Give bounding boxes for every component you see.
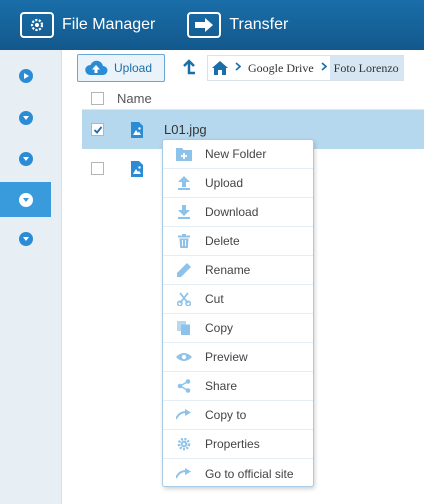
top-bar: File Manager Transfer (0, 0, 424, 50)
breadcrumb-item-foto-lorenzo[interactable]: Foto Lorenzo (329, 56, 403, 80)
list-header: Name (82, 88, 424, 110)
menu-item-rename[interactable]: Rename (163, 256, 313, 285)
chevron-down-icon (18, 192, 33, 207)
menu-item-label: Go to official site (205, 466, 294, 481)
context-menu: New Folder Upload Download Delete Rename… (162, 139, 314, 487)
menu-item-copy-to[interactable]: Copy to (163, 401, 313, 430)
checkmark-icon (93, 125, 102, 134)
breadcrumb: Google Drive Foto Lorenzo (207, 55, 404, 81)
row-checkbox[interactable] (91, 162, 104, 175)
menu-item-label: Copy (205, 321, 234, 335)
chevron-right-icon (321, 62, 327, 74)
chevron-right-icon (235, 62, 242, 74)
chevron-down-icon (18, 231, 33, 246)
image-file-icon (131, 160, 143, 177)
scissors-icon (176, 291, 192, 307)
menu-item-official-site[interactable]: Go to official site (163, 459, 313, 488)
chevron-down-icon (18, 110, 33, 125)
parent-folder-button[interactable] (179, 56, 199, 80)
menu-item-label: Delete (205, 234, 240, 248)
menu-item-label: Upload (205, 176, 244, 190)
menu-item-upload[interactable]: Upload (163, 169, 313, 198)
sidebar-item-4[interactable] (0, 182, 51, 217)
external-arrow-icon (176, 466, 192, 482)
gear-icon (176, 436, 192, 452)
copy-to-arrow-icon (176, 407, 192, 423)
menu-item-delete[interactable]: Delete (163, 227, 313, 256)
menu-item-label: New Folder (205, 147, 267, 161)
menu-item-label: Copy to (205, 408, 247, 422)
left-sidebar (0, 50, 62, 504)
upload-button[interactable]: Upload (77, 54, 165, 82)
arrow-up-icon (183, 59, 195, 75)
menu-item-properties[interactable]: Properties (163, 430, 313, 459)
image-file-icon (131, 121, 143, 138)
transfer-arrow-icon (187, 12, 222, 38)
copy-icon (176, 320, 192, 336)
file-name: L01.jpg (164, 122, 207, 137)
sidebar-item-3[interactable] (0, 141, 51, 176)
upload-arrow-icon (176, 175, 192, 191)
toolbar: Upload Google Drive Foto Lorenzo (62, 50, 424, 86)
select-all-checkbox[interactable] (91, 92, 104, 105)
menu-item-copy[interactable]: Copy (163, 314, 313, 343)
menu-item-label: Properties (205, 437, 260, 451)
file-manager-tab[interactable]: File Manager (0, 0, 165, 50)
menu-item-preview[interactable]: Preview (163, 343, 313, 372)
menu-item-share[interactable]: Share (163, 372, 313, 401)
pencil-icon (176, 262, 192, 278)
home-icon[interactable] (208, 56, 232, 80)
gear-icon (20, 12, 54, 38)
cloud-upload-icon (85, 60, 108, 75)
new-folder-icon (176, 146, 192, 162)
upload-button-label: Upload (114, 61, 153, 75)
play-icon (18, 68, 33, 83)
download-arrow-icon (176, 204, 192, 220)
sidebar-item-2[interactable] (0, 100, 51, 135)
breadcrumb-item-google-drive[interactable]: Google Drive (244, 56, 318, 80)
menu-item-new-folder[interactable]: New Folder (163, 140, 313, 169)
file-manager-label: File Manager (62, 16, 156, 33)
transfer-tab[interactable]: Transfer (165, 0, 298, 50)
share-icon (176, 378, 192, 394)
menu-item-label: Rename (205, 263, 251, 277)
row-checkbox[interactable] (91, 123, 104, 136)
column-header-name[interactable]: Name (117, 91, 152, 106)
menu-item-label: Share (205, 379, 238, 393)
menu-item-label: Cut (205, 292, 224, 306)
transfer-label: Transfer (229, 16, 289, 33)
trash-icon (176, 233, 192, 249)
eye-icon (176, 349, 192, 365)
menu-item-label: Preview (205, 350, 248, 364)
menu-item-label: Download (205, 205, 259, 219)
menu-item-download[interactable]: Download (163, 198, 313, 227)
sidebar-item-5[interactable] (0, 221, 51, 256)
sidebar-item-1[interactable] (0, 58, 51, 93)
chevron-down-icon (18, 151, 33, 166)
menu-item-cut[interactable]: Cut (163, 285, 313, 314)
